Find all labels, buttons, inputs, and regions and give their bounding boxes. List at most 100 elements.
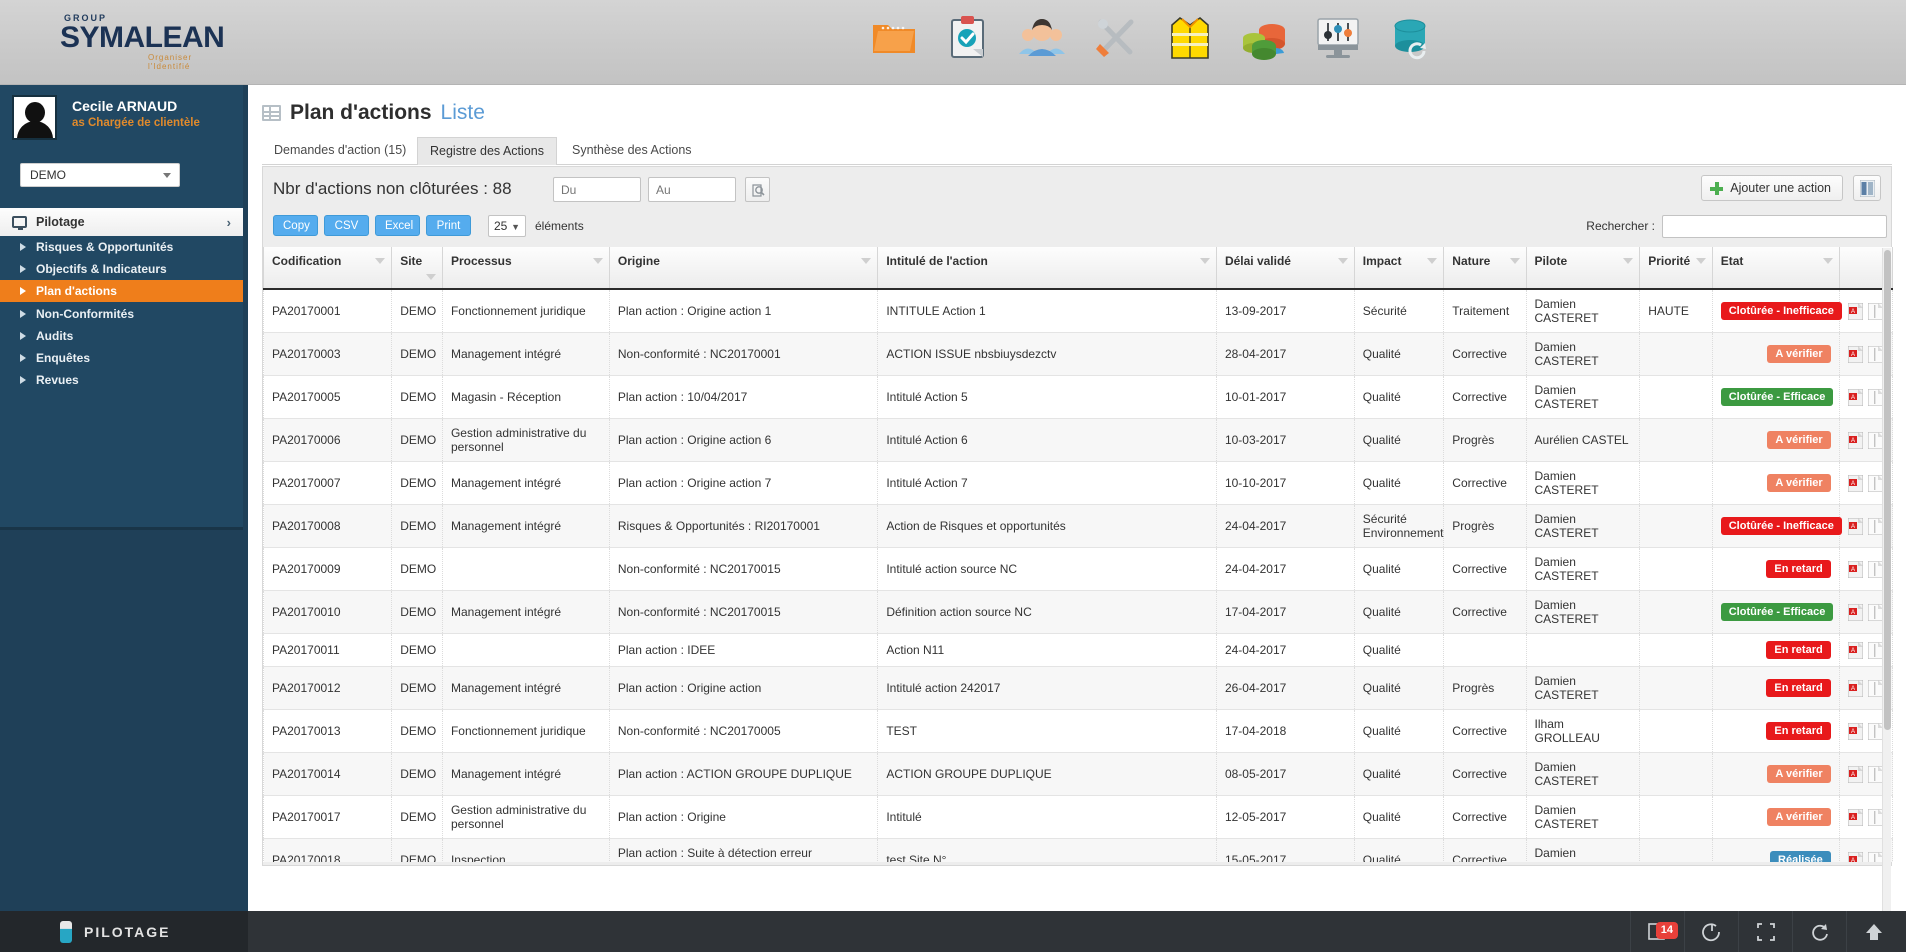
fullscreen-button[interactable] xyxy=(1738,911,1792,952)
column-header-codification[interactable]: Codification xyxy=(263,247,393,290)
date-to-input[interactable] xyxy=(648,177,736,202)
column-header-nature[interactable]: Nature xyxy=(1443,247,1527,290)
power-button[interactable] xyxy=(1684,911,1738,952)
table-row[interactable]: PA20170014 DEMO Management intégré Plan act… xyxy=(263,752,1893,796)
print-button[interactable]: Print xyxy=(426,215,471,236)
sidebar-item-risques-opportunites[interactable]: Risques & Opportunités xyxy=(0,236,243,257)
document-view-icon[interactable] xyxy=(1867,345,1884,363)
database-sync-icon[interactable] xyxy=(1386,8,1438,66)
pdf-export-icon[interactable]: A xyxy=(1847,345,1864,363)
sidebar-item-objectifs-indicateurs[interactable]: Objectifs & Indicateurs xyxy=(0,258,243,279)
sidebar-item-non-conformites[interactable]: Non-Conformités xyxy=(0,303,243,324)
pdf-export-icon[interactable]: A xyxy=(1847,765,1864,783)
brand-tagline-text: Organiser l'Identifié xyxy=(148,53,193,71)
brand-name-text: SYMALEAN xyxy=(60,21,225,54)
search-input[interactable] xyxy=(1662,215,1887,238)
table-row[interactable]: PA20170007 DEMO Management intégré Plan act… xyxy=(263,461,1893,505)
copy-button[interactable]: Copy xyxy=(273,215,318,236)
pdf-export-icon[interactable]: A xyxy=(1847,641,1864,659)
table-row[interactable]: PA20170010 DEMO Management intégré Non-conf… xyxy=(263,590,1893,634)
document-view-icon[interactable] xyxy=(1867,517,1884,535)
table-row[interactable]: PA20170008 DEMO Management intégré Risques … xyxy=(263,504,1893,548)
table-row[interactable]: PA20170009 DEMO Non-conformité : NC2017001… xyxy=(263,547,1893,591)
document-view-icon[interactable] xyxy=(1867,302,1884,320)
table-row[interactable]: PA20170013 DEMO Fonctionnement juridique No… xyxy=(263,709,1893,753)
site-selector[interactable]: DEMO xyxy=(20,163,180,187)
notes-button[interactable]: 14 xyxy=(1630,911,1684,952)
document-view-icon[interactable] xyxy=(1867,474,1884,492)
avatar[interactable] xyxy=(12,95,57,140)
tab-synthese-des-actions[interactable]: Synthèse des Actions xyxy=(560,137,704,165)
export-excel-button[interactable] xyxy=(1853,175,1881,201)
tab-demandes-daction[interactable]: Demandes d'action (15) xyxy=(262,137,418,165)
pdf-export-icon[interactable]: A xyxy=(1847,388,1864,406)
document-view-icon[interactable] xyxy=(1867,851,1884,862)
sidebar-item-revues[interactable]: Revues xyxy=(0,369,243,390)
pie-chart-icon[interactable] xyxy=(1238,8,1290,66)
document-view-icon[interactable] xyxy=(1867,808,1884,826)
pdf-export-icon[interactable]: A xyxy=(1847,808,1864,826)
document-view-icon[interactable] xyxy=(1867,765,1884,783)
column-header-impact[interactable]: Impact xyxy=(1353,247,1445,290)
sidebar-item-plan-dactions[interactable]: Plan d'actions xyxy=(0,280,243,302)
users-icon[interactable] xyxy=(1016,8,1068,66)
document-view-icon[interactable] xyxy=(1867,388,1884,406)
pdf-export-icon[interactable]: A xyxy=(1847,474,1864,492)
column-header-site[interactable]: Site xyxy=(391,247,443,290)
pdf-export-icon[interactable]: A xyxy=(1847,851,1864,862)
settings-monitor-icon[interactable] xyxy=(1312,8,1364,66)
folder-icon[interactable] xyxy=(868,8,920,66)
document-view-icon[interactable] xyxy=(1867,431,1884,449)
table-row[interactable]: PA20170006 DEMO Gestion administrative du … xyxy=(263,418,1893,462)
clipboard-check-icon[interactable] xyxy=(942,8,994,66)
tab-registre-des-actions[interactable]: Registre des Actions xyxy=(417,137,557,165)
date-from-input[interactable] xyxy=(553,177,641,202)
home-button[interactable] xyxy=(1846,911,1900,952)
sidebar-item-audits[interactable]: Audits xyxy=(0,325,243,346)
document-view-icon[interactable] xyxy=(1867,560,1884,578)
column-header-pilote[interactable]: Pilote xyxy=(1525,247,1641,290)
cell-intitule: Définition action source NC xyxy=(877,590,1217,634)
column-header-intitule[interactable]: Intitulé de l'action xyxy=(877,247,1217,290)
column-header-processus[interactable]: Processus xyxy=(441,247,610,290)
excel-button[interactable]: Excel xyxy=(375,215,420,236)
cell-processus: Management intégré xyxy=(441,590,610,634)
add-action-button[interactable]: Ajouter une action xyxy=(1701,175,1843,201)
safety-vest-icon[interactable] xyxy=(1164,8,1216,66)
document-view-icon[interactable] xyxy=(1867,722,1884,740)
cell-site: DEMO xyxy=(391,547,443,591)
pdf-export-icon[interactable]: A xyxy=(1847,679,1864,697)
table-row[interactable]: PA20170003 DEMO Management intégré Non-conf… xyxy=(263,332,1893,376)
pdf-export-icon[interactable]: A xyxy=(1847,431,1864,449)
document-view-icon[interactable] xyxy=(1867,679,1884,697)
cell-priorite xyxy=(1639,461,1713,505)
pdf-export-icon[interactable]: A xyxy=(1847,560,1864,578)
pdf-export-icon[interactable]: A xyxy=(1847,302,1864,320)
column-header-etat[interactable]: Etat xyxy=(1711,247,1840,290)
table-row[interactable]: PA20170001 DEMO Fonctionnement juridique Pl… xyxy=(263,288,1893,333)
pdf-export-icon[interactable]: A xyxy=(1847,517,1864,535)
column-header-delai-valide[interactable]: Délai validé xyxy=(1215,247,1355,290)
tools-icon[interactable] xyxy=(1090,8,1142,66)
sidebar-section-pilotage[interactable]: Pilotage › xyxy=(0,208,243,236)
pdf-export-icon[interactable]: A xyxy=(1847,722,1864,740)
brand-logo[interactable]: GROUP SYMALEAN Organiser l'Identifié xyxy=(18,13,225,71)
bottom-bar-brand[interactable]: PILOTAGE xyxy=(0,911,248,952)
page-length-select[interactable]: 25 ▼ xyxy=(488,215,526,237)
csv-button[interactable]: CSV xyxy=(324,215,369,236)
table-row[interactable]: PA20170018 DEMO Inspection Plan action : Su… xyxy=(263,838,1893,862)
table-row[interactable]: PA20170011 DEMO Plan action : IDEE Action N… xyxy=(263,633,1893,667)
table-row[interactable]: PA20170012 DEMO Management intégré Plan act… xyxy=(263,666,1893,710)
column-header-origine[interactable]: Origine xyxy=(608,247,879,290)
pdf-export-icon[interactable]: A xyxy=(1847,603,1864,621)
table-row[interactable]: PA20170005 DEMO Magasin - Réception Plan ac… xyxy=(263,375,1893,419)
document-view-icon[interactable] xyxy=(1867,603,1884,621)
date-filter-apply-button[interactable] xyxy=(745,177,770,202)
table-scrollbar[interactable] xyxy=(1882,248,1891,948)
table-row[interactable]: PA20170017 DEMO Gestion administrative du … xyxy=(263,795,1893,839)
table-scrollbar-thumb[interactable] xyxy=(1884,250,1891,730)
refresh-button[interactable] xyxy=(1792,911,1846,952)
sidebar-item-enquetes[interactable]: Enquêtes xyxy=(0,347,243,368)
column-header-priorite[interactable]: Priorité xyxy=(1639,247,1713,290)
document-view-icon[interactable] xyxy=(1867,641,1884,659)
